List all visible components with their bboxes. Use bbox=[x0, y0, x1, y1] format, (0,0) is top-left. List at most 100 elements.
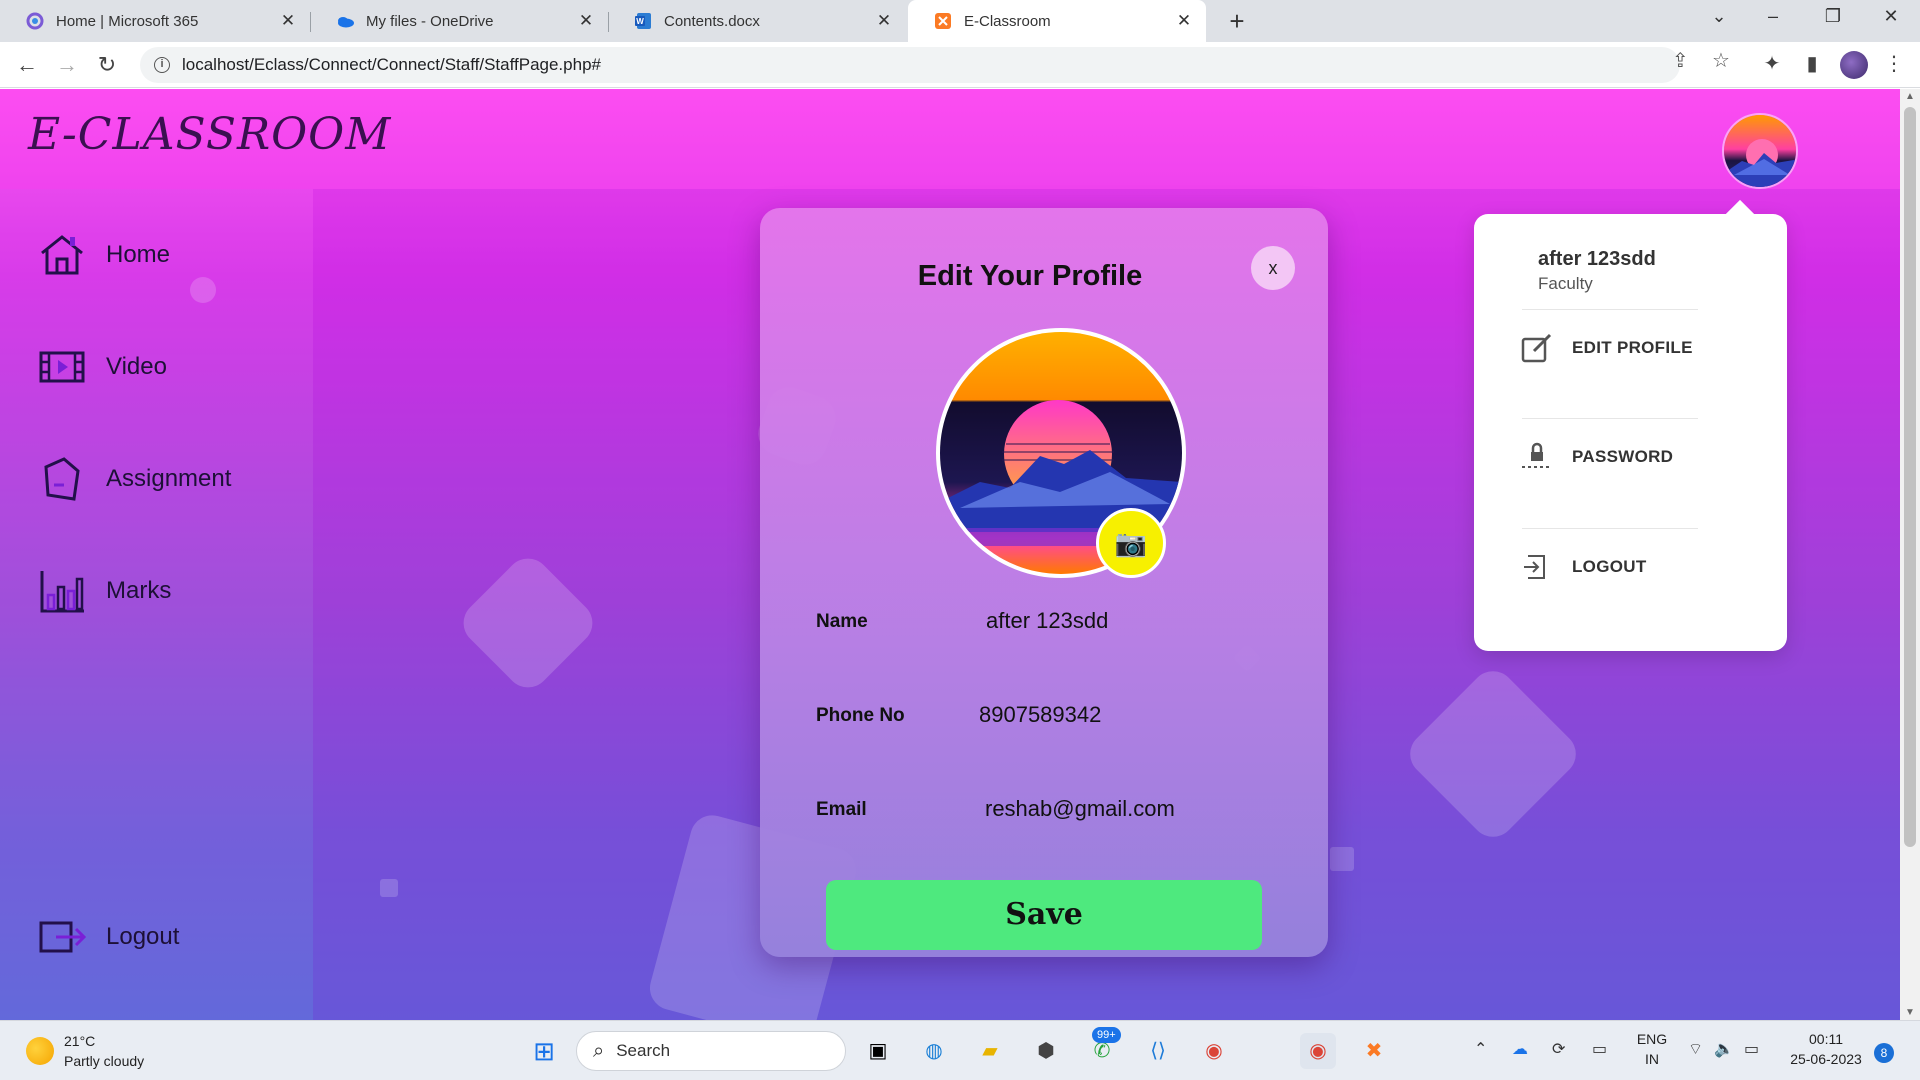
dropdown-user-role: Faculty bbox=[1538, 274, 1593, 293]
edit-profile-modal: Edit Your Profile x 📷 Name after 123sdd … bbox=[760, 208, 1328, 957]
name-label: Name bbox=[816, 611, 868, 632]
sidebar-item-assignment[interactable]: Assignment bbox=[38, 455, 231, 503]
microsoft-365-icon bbox=[26, 12, 44, 30]
tab-search-chevron-icon[interactable]: ⌄ bbox=[1704, 6, 1734, 27]
tab-title: E-Classroom bbox=[964, 12, 1051, 30]
site-info-icon[interactable]: i bbox=[154, 57, 170, 73]
sidebar-item-logout[interactable]: Logout bbox=[38, 913, 179, 961]
extensions-puzzle-icon[interactable]: ✦ bbox=[1758, 50, 1786, 78]
save-button[interactable]: Save bbox=[826, 880, 1262, 950]
tab-microsoft-365[interactable]: Home | Microsoft 365 ✕ bbox=[0, 0, 310, 42]
email-field[interactable]: reshab@gmail.com bbox=[985, 796, 1175, 822]
sidebar-item-marks[interactable]: Marks bbox=[38, 567, 171, 615]
video-icon bbox=[39, 351, 85, 383]
page-scrollbar[interactable]: ▲ ▼ bbox=[1900, 89, 1920, 1020]
onedrive-icon bbox=[338, 17, 354, 28]
vscode-icon[interactable]: ⟨⟩ bbox=[1140, 1033, 1176, 1069]
close-window-icon[interactable]: ✕ bbox=[1876, 6, 1906, 27]
assignment-icon bbox=[44, 457, 80, 501]
sidebar-item-home[interactable]: Home bbox=[38, 231, 170, 279]
restore-icon[interactable]: ❐ bbox=[1818, 6, 1848, 27]
display-icon[interactable]: ▭ bbox=[1592, 1039, 1607, 1059]
tab-e-classroom[interactable]: E-Classroom ✕ bbox=[908, 0, 1206, 42]
new-tab-button[interactable]: + bbox=[1222, 6, 1252, 37]
xampp-taskbar-icon[interactable]: ✖ bbox=[1356, 1033, 1392, 1069]
dropdown-item-label: EDIT PROFILE bbox=[1572, 338, 1693, 357]
share-icon[interactable]: ⇪ bbox=[1672, 48, 1689, 73]
weather-icon[interactable] bbox=[26, 1037, 54, 1065]
chrome-active-icon[interactable]: ◉ bbox=[1300, 1033, 1336, 1069]
taskbar-search[interactable]: ⌕ Search bbox=[576, 1031, 846, 1071]
region-indicator[interactable]: IN bbox=[1626, 1051, 1678, 1067]
onedrive-tray-icon[interactable]: ☁ bbox=[1512, 1039, 1528, 1059]
tab-title: My files - OneDrive bbox=[366, 12, 494, 30]
side-panel-icon[interactable]: ▮ bbox=[1798, 50, 1826, 78]
phone-label: Phone No bbox=[816, 705, 905, 726]
sidebar-item-video[interactable]: Video bbox=[38, 343, 167, 391]
decorative-shape bbox=[190, 277, 216, 303]
omnibox[interactable]: i localhost/Eclass/Connect/Connect/Staff… bbox=[140, 47, 1680, 83]
tab-close-icon[interactable]: ✕ bbox=[1174, 11, 1194, 31]
dropdown-item-password[interactable]: PASSWORD bbox=[1520, 440, 1673, 474]
edge-icon[interactable]: ◍ bbox=[916, 1033, 952, 1069]
tab-close-icon[interactable]: ✕ bbox=[576, 11, 596, 31]
dropdown-item-edit-profile[interactable]: EDIT PROFILE bbox=[1520, 331, 1693, 365]
sync-icon[interactable]: ⟳ bbox=[1552, 1039, 1565, 1059]
browser-profile-avatar[interactable] bbox=[1840, 51, 1868, 79]
dropdown-user-name: after 123sdd bbox=[1538, 248, 1656, 270]
address-bar: ← → ↻ i localhost/Eclass/Connect/Connect… bbox=[0, 42, 1920, 88]
reload-icon[interactable]: ↻ bbox=[92, 50, 122, 80]
clock-date[interactable]: 25-06-2023 bbox=[1780, 1051, 1872, 1067]
minimize-icon[interactable]: – bbox=[1758, 6, 1788, 27]
file-explorer-icon[interactable]: ▰ bbox=[972, 1033, 1008, 1069]
user-avatar[interactable] bbox=[1722, 113, 1798, 189]
divider bbox=[1522, 309, 1698, 310]
clock-time[interactable]: 00:11 bbox=[1780, 1031, 1872, 1047]
scroll-up-arrow-icon[interactable]: ▲ bbox=[1900, 91, 1920, 102]
notification-badge[interactable]: 8 bbox=[1874, 1043, 1894, 1063]
tab-close-icon[interactable]: ✕ bbox=[278, 11, 298, 31]
app-logo[interactable]: E-CLASSROOM bbox=[28, 109, 391, 160]
show-hidden-icons-icon[interactable]: ⌃ bbox=[1474, 1039, 1487, 1059]
tab-onedrive[interactable]: My files - OneDrive ✕ bbox=[310, 0, 608, 42]
sidebar-item-label: Video bbox=[106, 353, 167, 380]
decorative-shape bbox=[1330, 847, 1354, 871]
weather-description[interactable]: Partly cloudy bbox=[64, 1053, 144, 1069]
logout-icon bbox=[1524, 555, 1545, 579]
phone-field[interactable]: 8907589342 bbox=[979, 702, 1101, 728]
browser-tab-bar: Home | Microsoft 365 ✕ My files - OneDri… bbox=[0, 0, 1920, 42]
decorative-shape bbox=[380, 879, 398, 897]
marks-icon bbox=[40, 571, 84, 613]
avatar-image bbox=[1724, 115, 1796, 187]
home-icon bbox=[41, 235, 83, 275]
bookmark-star-icon[interactable]: ☆ bbox=[1712, 48, 1730, 73]
dropdown-item-logout[interactable]: LOGOUT bbox=[1520, 550, 1647, 584]
wifi-icon[interactable]: ⌔ bbox=[1688, 1039, 1703, 1059]
weather-temperature[interactable]: 21°C bbox=[64, 1033, 95, 1049]
chrome-icon[interactable]: ◉ bbox=[1196, 1033, 1232, 1069]
forward-arrow-icon[interactable]: → bbox=[52, 50, 82, 80]
windows-start-icon[interactable]: ⊞ bbox=[526, 1033, 562, 1069]
logout-icon bbox=[39, 921, 86, 953]
edit-icon bbox=[1521, 333, 1552, 363]
svg-text:W: W bbox=[636, 17, 644, 26]
url-text[interactable]: localhost/Eclass/Connect/Connect/Staff/S… bbox=[182, 55, 601, 75]
modal-close-button[interactable]: x bbox=[1251, 246, 1295, 290]
scroll-down-arrow-icon[interactable]: ▼ bbox=[1900, 1007, 1920, 1018]
back-arrow-icon[interactable]: ← bbox=[12, 50, 42, 80]
word-icon: W bbox=[635, 13, 651, 29]
scrollbar-thumb[interactable] bbox=[1904, 107, 1916, 847]
tab-close-icon[interactable]: ✕ bbox=[874, 11, 894, 31]
task-view-icon[interactable]: ▣ bbox=[860, 1033, 896, 1069]
tab-title: Contents.docx bbox=[664, 12, 760, 30]
volume-icon[interactable]: 🔈 bbox=[1714, 1039, 1734, 1059]
name-field[interactable]: after 123sdd bbox=[986, 608, 1108, 634]
app-header: E-CLASSROOM bbox=[0, 89, 1900, 189]
browser-menu-icon[interactable]: ⋮ bbox=[1880, 50, 1908, 78]
tab-contents-docx[interactable]: W Contents.docx ✕ bbox=[608, 0, 906, 42]
battery-icon[interactable]: ▭ bbox=[1744, 1039, 1759, 1059]
language-indicator[interactable]: ENG bbox=[1626, 1031, 1678, 1047]
change-photo-button[interactable]: 📷 bbox=[1096, 508, 1166, 578]
security-app-icon[interactable]: ⬢ bbox=[1028, 1033, 1064, 1069]
tab-title: Home | Microsoft 365 bbox=[56, 12, 199, 30]
